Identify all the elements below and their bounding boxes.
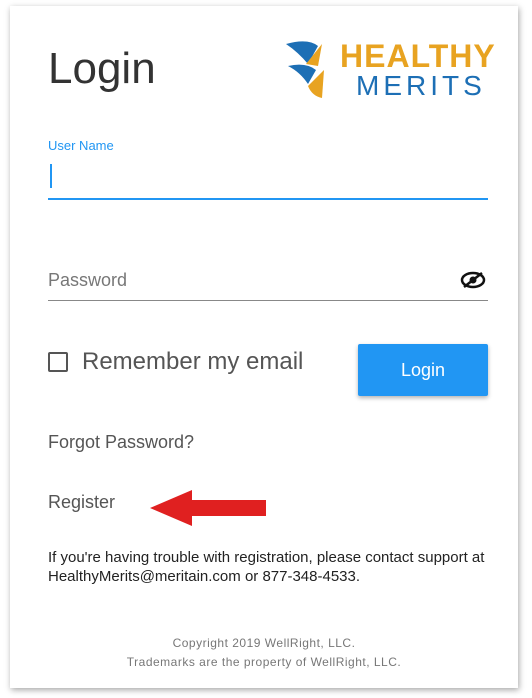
remember-label: Remember my email xyxy=(82,348,304,375)
username-label: User Name xyxy=(48,138,114,153)
red-arrow-left-icon xyxy=(150,490,266,526)
remember-row[interactable]: Remember my email xyxy=(48,348,303,376)
trouble-text: If you're having trouble with registrati… xyxy=(48,549,485,585)
forgot-password-link[interactable]: Forgot Password? xyxy=(48,432,194,453)
remember-checkbox[interactable] xyxy=(48,352,68,372)
login-card: Login HEALTHY MERITS User Name Remember … xyxy=(10,6,518,688)
register-link[interactable]: Register xyxy=(48,492,115,513)
healthy-merits-logo: HEALTHY MERITS xyxy=(278,36,495,108)
text-caret xyxy=(50,164,52,188)
username-input[interactable] xyxy=(48,158,488,200)
logo-mark-icon xyxy=(286,41,324,98)
page-title: Login xyxy=(48,44,156,93)
login-button[interactable]: Login xyxy=(358,344,488,396)
copyright-line-2: Trademarks are the property of WellRight… xyxy=(126,655,402,669)
eye-slash-icon[interactable] xyxy=(460,271,486,289)
copyright: Copyright 2019 WellRight, LLC. Trademark… xyxy=(10,634,518,672)
copyright-line-1: Copyright 2019 WellRight, LLC. xyxy=(172,636,356,650)
password-input[interactable] xyxy=(48,260,488,301)
logo-line-2: MERITS xyxy=(356,70,486,101)
